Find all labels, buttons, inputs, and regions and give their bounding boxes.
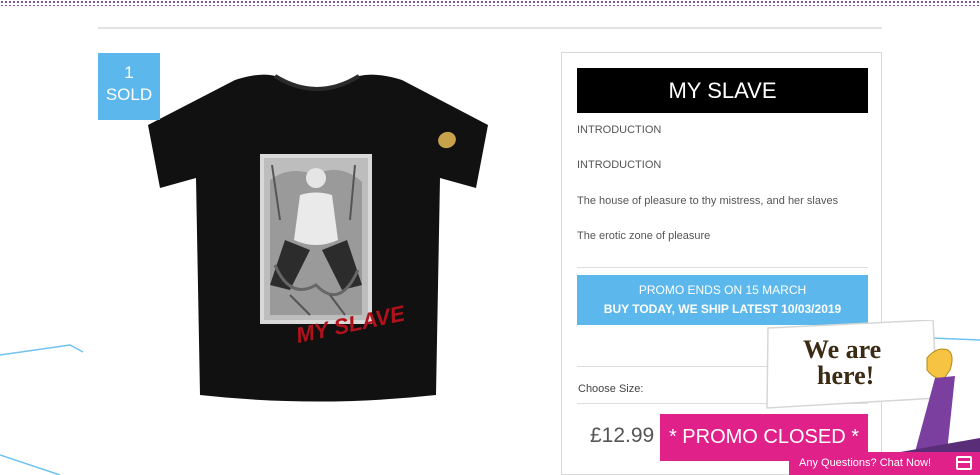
- sign-line-2: here!: [817, 361, 874, 390]
- description-heading: INTRODUCTION: [577, 124, 662, 136]
- chat-now-label: Any Questions? Chat Now!: [799, 457, 932, 469]
- promo-end-text: PROMO ENDS ON 15 MARCH: [638, 283, 807, 297]
- sold-count-badge: 1 SOLD: [98, 53, 160, 120]
- description-heading-2: INTRODUCTION: [577, 159, 662, 171]
- section-divider: [577, 267, 868, 268]
- description-line: The house of pleasure to thy mistress, a…: [577, 195, 839, 207]
- header-divider: [98, 27, 882, 29]
- product-price: £12.99: [590, 424, 655, 447]
- promo-banner: PROMO ENDS ON 15 MARCH BUY TODAY, WE SHI…: [577, 275, 868, 325]
- description-line: The erotic zone of pleasure: [577, 230, 711, 242]
- top-dotted-border: [0, 0, 980, 6]
- ship-date-text: BUY TODAY, WE SHIP LATEST 10/03/2019: [603, 302, 842, 316]
- sold-count: 1: [124, 63, 134, 82]
- print-artwork: [260, 154, 372, 324]
- sold-label: SOLD: [105, 85, 153, 104]
- sign-line-1: We are: [803, 335, 881, 364]
- chat-now-bar[interactable]: Any Questions? Chat Now!: [789, 452, 980, 475]
- chat-window-icon: [956, 456, 972, 470]
- tshirt-product-image[interactable]: MY SLAVE: [140, 70, 495, 410]
- product-title: MY SLAVE: [577, 68, 868, 113]
- choose-size-label: Choose Size:: [578, 383, 644, 395]
